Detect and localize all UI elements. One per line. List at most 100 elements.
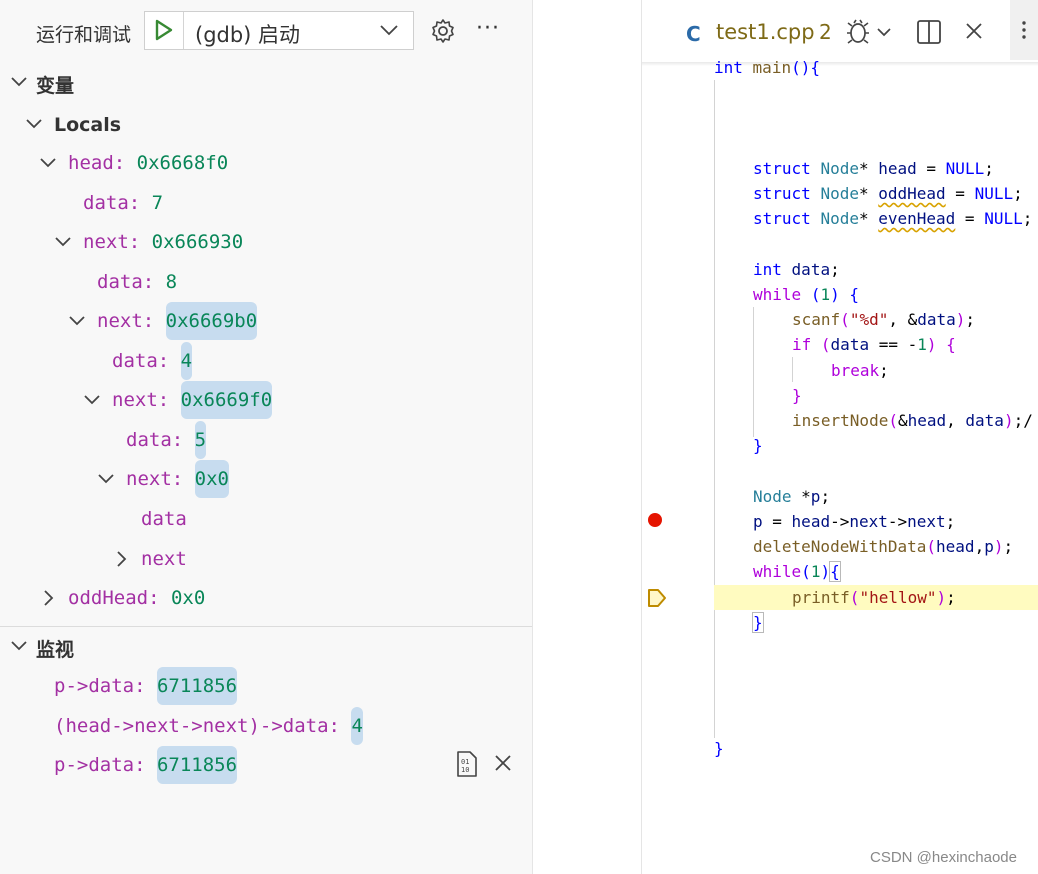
variable-name: next xyxy=(112,389,158,411)
chevron-down-icon xyxy=(84,395,100,405)
variable-value: 0x666930 xyxy=(151,231,244,253)
locals-scope[interactable]: Locals xyxy=(0,107,532,143)
variable-row[interactable]: data: 7 xyxy=(0,185,532,221)
variable-row[interactable]: data: 5 xyxy=(0,421,532,459)
debug-bug-icon[interactable] xyxy=(846,18,898,46)
code-line: } xyxy=(714,739,724,758)
chevron-down-icon xyxy=(69,316,85,326)
chevron-down-icon xyxy=(26,119,42,129)
chevron-down-icon xyxy=(11,77,27,87)
variable-value-changed: 4 xyxy=(180,342,193,380)
chevron-down-icon xyxy=(40,158,56,168)
variable-name: data xyxy=(97,271,143,293)
editor-spacer xyxy=(533,0,641,874)
execution-pointer-icon xyxy=(648,589,666,607)
watch-value: 6711856 xyxy=(156,746,238,784)
variable-name: next xyxy=(97,310,143,332)
variable-row[interactable]: data xyxy=(0,501,532,537)
watch-row[interactable]: p->data: 6711856 xyxy=(0,667,532,705)
close-icon[interactable] xyxy=(494,754,512,772)
play-icon xyxy=(155,19,173,41)
chevron-down-icon xyxy=(98,474,114,484)
variable-row[interactable]: data: 8 xyxy=(0,264,532,300)
watch-row[interactable]: p->data: 6711856 xyxy=(0,746,532,784)
code-line: while(1){ xyxy=(753,561,841,582)
code-line: struct Node* evenHead = NULL; xyxy=(753,209,1033,228)
code-line: struct Node* oddHead = NULL; xyxy=(753,184,1023,203)
watch-expression: (head->next->next)->data xyxy=(54,715,329,737)
tab-filename[interactable]: test1.cpp xyxy=(716,20,815,44)
variable-value: 8 xyxy=(165,271,178,293)
variable-name: data xyxy=(112,350,158,372)
chevron-right-icon xyxy=(44,590,54,606)
variable-value-changed: 0x6669b0 xyxy=(165,302,258,340)
code-line-current: printf("hellow"); xyxy=(792,588,956,607)
variable-value-changed: 0x6669f0 xyxy=(180,381,273,419)
launch-config-select[interactable]: (gdb) 启动 xyxy=(144,11,414,50)
code-line: while (1) { xyxy=(753,285,860,304)
watch-expression: p->data xyxy=(54,754,135,776)
variable-name: next xyxy=(141,548,187,570)
launch-config-label: (gdb) 启动 xyxy=(195,23,301,47)
variable-row[interactable]: next: 0x6669b0 xyxy=(0,302,532,340)
variable-name: oddHead xyxy=(68,587,149,609)
code-editor[interactable]: C test1.cpp 2 int main(){ struct Node* h… xyxy=(642,0,1038,874)
gear-icon[interactable] xyxy=(430,18,456,44)
code-line: deleteNodeWithData(head,p); xyxy=(753,537,1014,556)
run-and-debug-sidebar: 运行和调试 (gdb) 启动 ··· 变量 Locals head: 0x666… xyxy=(0,0,533,874)
variables-title: 变量 xyxy=(36,75,75,97)
indent-guide xyxy=(753,307,754,437)
code-line: int data; xyxy=(753,260,840,279)
variable-name: data xyxy=(83,192,129,214)
code-line: p = head->next->next; xyxy=(753,512,956,531)
locals-label: Locals xyxy=(54,114,122,136)
breakpoint-icon[interactable] xyxy=(648,513,662,527)
code-line: scanf("%d", &data); xyxy=(792,310,976,329)
cpp-file-icon: C xyxy=(686,22,701,46)
variable-name: data xyxy=(126,429,172,451)
variable-name: next xyxy=(126,468,172,490)
code-line: Node *p; xyxy=(753,487,831,506)
watermark: CSDN @hexinchaode xyxy=(870,849,1017,866)
start-debugging-button[interactable] xyxy=(145,12,184,49)
variables-section-header[interactable]: 变量 xyxy=(0,68,532,98)
variable-row[interactable]: next xyxy=(0,541,532,577)
chevron-down-icon xyxy=(11,641,27,651)
watch-section-header[interactable]: 监视 xyxy=(0,632,532,662)
watch-row[interactable]: (head->next->next)->data: 4 xyxy=(0,707,532,745)
editor-actions-overflow[interactable] xyxy=(1010,0,1038,60)
variable-row[interactable]: head: 0x6668f0 xyxy=(0,145,532,181)
variable-value: 0x6668f0 xyxy=(136,152,229,174)
chevron-right-icon xyxy=(117,551,127,567)
problem-count-badge: 2 xyxy=(819,20,832,44)
watch-value: 6711856 xyxy=(156,667,238,705)
more-actions-icon[interactable]: ··· xyxy=(476,16,500,41)
svg-text:10: 10 xyxy=(461,766,469,774)
watch-title: 监视 xyxy=(36,639,75,661)
variable-value-changed: 0x0 xyxy=(194,460,229,498)
view-binary-icon[interactable]: 01 10 xyxy=(455,751,479,777)
variable-value: 0x0 xyxy=(170,587,206,609)
chevron-down-icon xyxy=(55,237,71,247)
indent-guide xyxy=(714,80,715,738)
watch-expression: p->data xyxy=(54,675,135,697)
watch-value: 4 xyxy=(351,707,363,745)
code-line: } xyxy=(792,386,802,405)
debug-toolbar: 运行和调试 (gdb) 启动 ··· xyxy=(0,0,532,64)
indent-guide xyxy=(792,357,793,382)
variable-row[interactable]: next: 0x6669f0 xyxy=(0,381,532,419)
code-line: struct Node* head = NULL; xyxy=(753,159,994,178)
variable-row[interactable]: data: 4 xyxy=(0,342,532,380)
variable-value: 7 xyxy=(151,192,164,214)
variable-row[interactable]: next: 0x0 xyxy=(0,460,532,498)
editor-tab-bar: C test1.cpp 2 xyxy=(642,0,1038,63)
variable-row[interactable]: next: 0x666930 xyxy=(0,224,532,260)
tab-bar-shadow xyxy=(642,62,1038,66)
chevron-down-icon xyxy=(380,25,398,36)
code-line: if (data == -1) { xyxy=(792,335,956,354)
code-line: int main(){ xyxy=(714,58,820,77)
more-vertical-icon xyxy=(1022,21,1026,39)
split-editor-icon[interactable] xyxy=(916,19,942,45)
close-icon[interactable] xyxy=(964,21,984,41)
variable-row[interactable]: oddHead: 0x0 xyxy=(0,580,532,616)
